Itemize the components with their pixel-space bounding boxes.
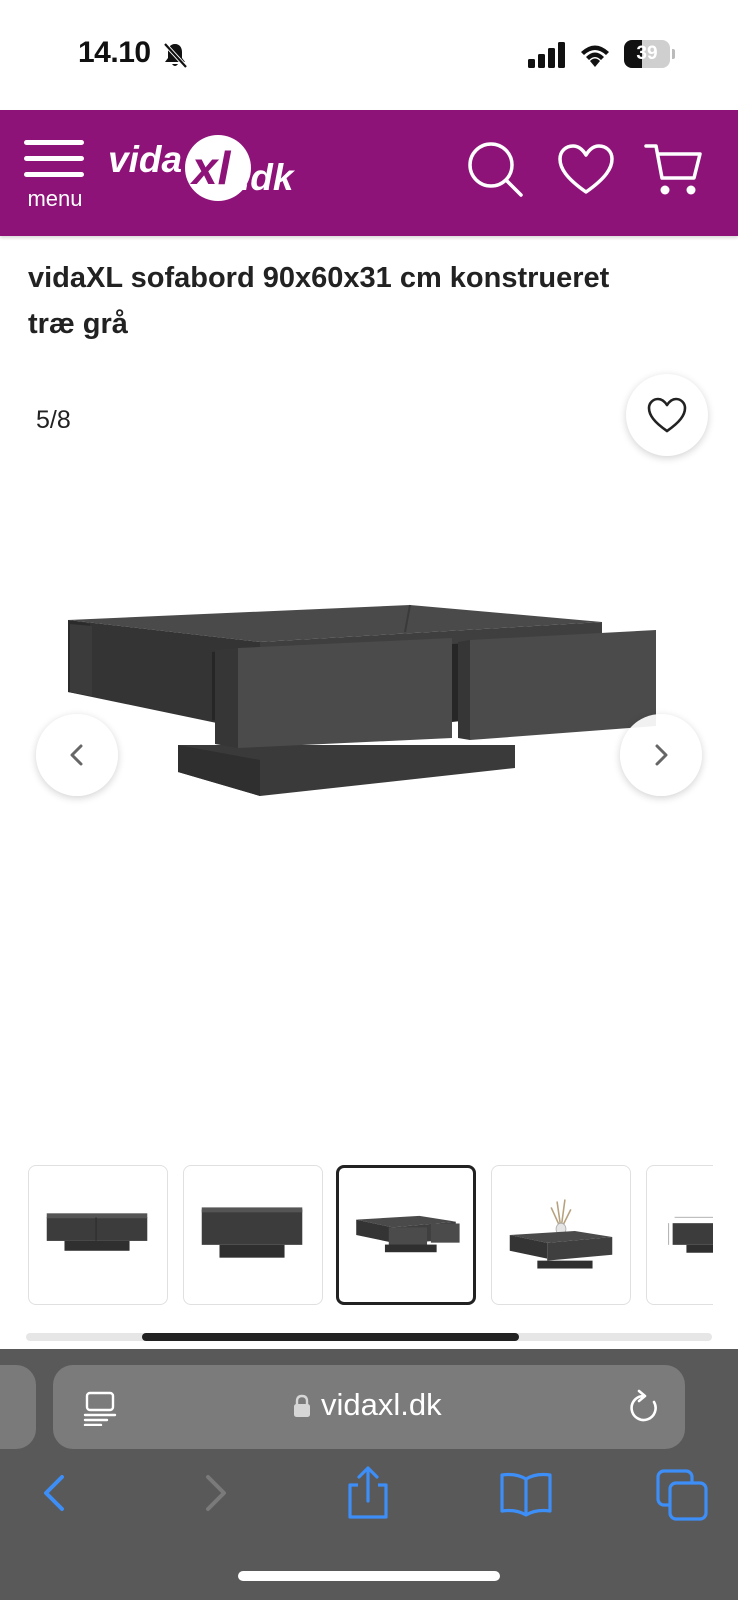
battery-icon: 39 <box>624 40 675 68</box>
search-icon[interactable] <box>466 140 526 200</box>
thumbnail-4[interactable] <box>491 1165 631 1305</box>
product-title: vidaXL sofabord 90x60x31 cm konstrueret … <box>28 262 610 340</box>
image-counter: 5/8 <box>36 406 71 434</box>
forward-icon <box>206 1475 226 1511</box>
add-to-wishlist-button[interactable] <box>626 374 708 456</box>
share-button[interactable] <box>338 1463 398 1523</box>
bell-muted-icon <box>163 42 188 69</box>
gallery-scrollbar-thumb[interactable] <box>142 1333 519 1341</box>
forward-button[interactable] <box>184 1463 244 1523</box>
logo-text-xl: xl <box>189 142 232 194</box>
cellular-signal-icon <box>528 42 565 68</box>
hamburger-menu-icon <box>24 140 84 177</box>
previous-tab-preview[interactable] <box>0 1365 36 1449</box>
gallery-scrollbar[interactable] <box>26 1333 712 1341</box>
product-main-image[interactable] <box>60 600 680 820</box>
vidaxl-logo[interactable]: vida xl .dk <box>108 132 304 208</box>
tabs-button[interactable] <box>652 1463 712 1523</box>
chevron-right-icon <box>655 744 668 766</box>
chevron-left-icon <box>70 744 83 766</box>
status-time: 14.10 <box>78 36 151 69</box>
thumbnail-3[interactable] <box>336 1165 476 1305</box>
thumbnail-strip[interactable] <box>28 1165 713 1307</box>
lock-icon <box>294 1394 310 1417</box>
logo-text-main: vida <box>108 139 182 180</box>
site-header: menu vida xl .dk <box>0 110 738 236</box>
logo-text-tld: .dk <box>240 157 296 198</box>
next-image-button[interactable] <box>620 714 702 796</box>
browser-bottom-bar: vidaxl.dk <box>0 1349 738 1600</box>
tabs-icon <box>656 1469 708 1521</box>
battery-level: 39 <box>636 43 658 64</box>
page-menu-icon[interactable] <box>83 1390 117 1426</box>
previous-image-button[interactable] <box>36 714 118 796</box>
menu-button[interactable]: menu <box>22 140 88 216</box>
back-icon <box>44 1475 64 1511</box>
thumbnail-2[interactable] <box>183 1165 323 1305</box>
status-bar: 14.10 39 <box>0 0 738 110</box>
heart-icon[interactable] <box>556 140 616 200</box>
bookmarks-icon <box>500 1472 552 1517</box>
wifi-icon <box>581 45 609 67</box>
url-text: vidaxl.dk <box>321 1387 442 1422</box>
cart-icon[interactable] <box>644 140 704 200</box>
share-icon <box>348 1466 388 1519</box>
reload-icon[interactable] <box>627 1388 661 1424</box>
address-bar[interactable]: vidaxl.dk <box>53 1365 685 1449</box>
bookmarks-button[interactable] <box>496 1463 556 1523</box>
heart-outline-icon <box>647 397 687 433</box>
back-button[interactable] <box>26 1463 86 1523</box>
home-indicator <box>238 1571 500 1581</box>
thumbnail-1[interactable] <box>28 1165 168 1305</box>
menu-label: menu <box>27 186 83 211</box>
thumbnail-5[interactable] <box>646 1165 713 1305</box>
